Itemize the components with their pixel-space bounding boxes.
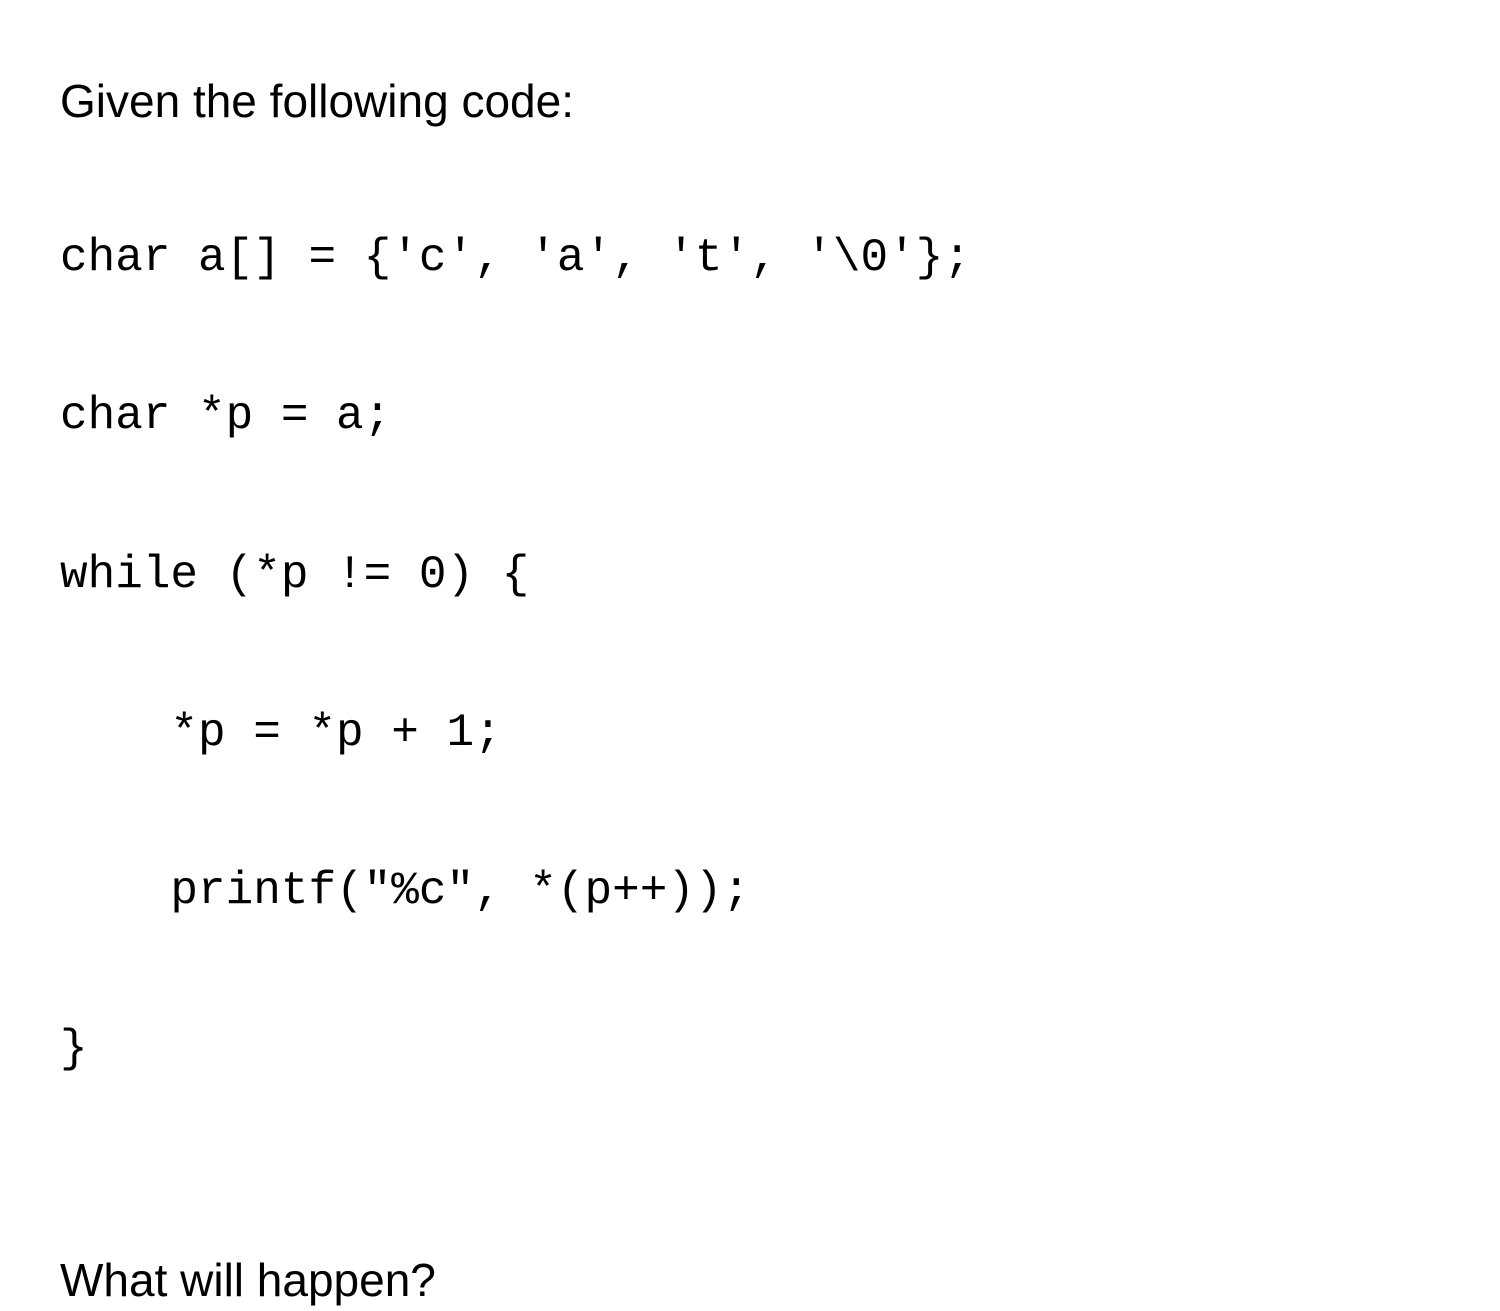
code-line-6: } xyxy=(60,1010,1440,1089)
code-line-1: char a[] = {'c', 'a', 't', '\0'}; xyxy=(60,219,1440,298)
code-line-4: *p = *p + 1; xyxy=(60,694,1440,773)
question-text: What will happen? xyxy=(60,1249,1440,1311)
code-line-2: char *p = a; xyxy=(60,377,1440,456)
code-block: char a[] = {'c', 'a', 't', '\0'}; char *… xyxy=(60,140,1440,1168)
intro-text: Given the following code: xyxy=(60,70,1440,132)
code-line-3: while (*p != 0) { xyxy=(60,536,1440,615)
code-line-5: printf("%c", *(p++)); xyxy=(60,852,1440,931)
